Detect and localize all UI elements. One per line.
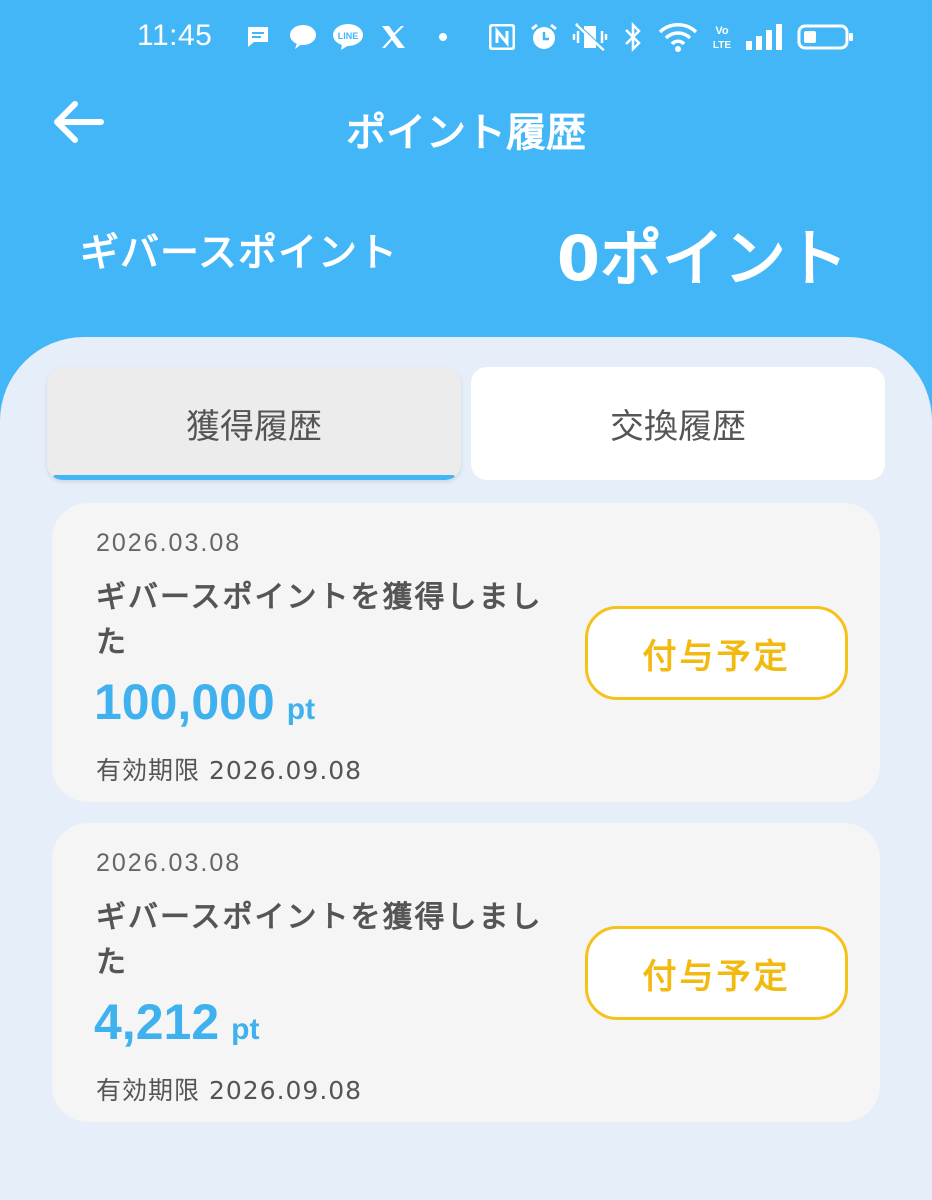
nfc-icon <box>488 22 516 52</box>
status-badge: 付与予定 <box>585 926 848 1020</box>
history-amount: 4,212 pt <box>94 993 259 1051</box>
history-date: 2026.03.08 <box>96 849 242 877</box>
alarm-icon <box>528 22 560 52</box>
amount-value: 4,212 <box>94 994 220 1050</box>
chat-bubble-icon <box>288 22 318 52</box>
dot-icon <box>436 22 450 52</box>
battery-icon <box>796 22 856 52</box>
amount-unit: pt <box>231 1013 260 1046</box>
amount-unit: pt <box>286 693 316 726</box>
line-app-icon: LINE <box>332 22 364 52</box>
signal-icon <box>744 22 784 52</box>
svg-text:Vo: Vo <box>715 25 729 37</box>
status-time: 11:45 <box>137 19 213 52</box>
points-label: ギバースポイント <box>80 231 399 276</box>
volte-icon: Vo LTE <box>710 22 734 52</box>
svg-text:LINE: LINE <box>338 31 359 41</box>
status-badge: 付与予定 <box>585 606 848 700</box>
history-description: ギバースポイントを獲得しました <box>96 900 543 980</box>
tab-earned-history[interactable]: 獲得履歴 <box>47 367 461 480</box>
tab-label: 獲得履歴 <box>186 407 322 447</box>
tab-exchange-history[interactable]: 交換履歴 <box>471 367 885 480</box>
tab-label: 交換履歴 <box>610 407 746 447</box>
history-item[interactable]: 2026.03.08 ギバースポイントを獲得しました 100,000 pt 有効… <box>52 503 880 802</box>
x-app-icon <box>378 22 408 52</box>
tab-selected-indicator <box>53 475 455 480</box>
message-icon <box>244 22 272 52</box>
bluetooth-icon <box>622 22 644 52</box>
amount-value: 100,000 <box>94 674 275 730</box>
history-amount: 100,000 pt <box>94 673 315 731</box>
points-value: 0ポイント <box>556 222 848 295</box>
wifi-icon <box>658 22 698 52</box>
svg-text:LTE: LTE <box>713 40 731 51</box>
status-bar: 11:45 LINE Vo LTE <box>0 0 932 76</box>
history-expiry: 有効期限 2026.09.08 <box>96 1076 363 1105</box>
history-description: ギバースポイントを獲得しました <box>96 580 543 660</box>
page-title: ポイント履歴 <box>346 110 586 156</box>
vibrate-off-icon <box>572 22 608 52</box>
history-item[interactable]: 2026.03.08 ギバースポイントを獲得しました 4,212 pt 有効期限… <box>52 823 880 1122</box>
history-expiry: 有効期限 2026.09.08 <box>96 756 363 785</box>
history-date: 2026.03.08 <box>96 529 242 557</box>
